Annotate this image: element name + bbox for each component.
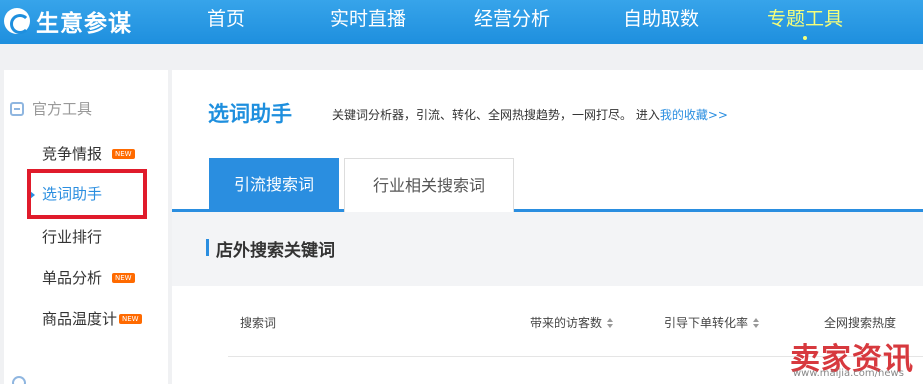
section-accent-bar — [206, 239, 209, 256]
nav-realtime[interactable]: 实时直播 — [330, 0, 406, 44]
sidebar-item-label: 竞争情报 — [42, 145, 103, 163]
highlight-annotation-box — [27, 169, 147, 219]
sidebar-group-official-tools: 官方工具 — [10, 98, 92, 119]
nav-special-tools[interactable]: 专题工具 — [767, 0, 843, 44]
tools-icon — [10, 101, 24, 116]
column-visitors[interactable]: 带来的访客数 — [530, 314, 614, 331]
logo-icon — [4, 8, 30, 34]
nav-business-analysis[interactable]: 经营分析 — [474, 0, 550, 44]
my-favorites-link[interactable]: 我的收藏>> — [660, 108, 728, 122]
column-label: 搜索词 — [240, 316, 277, 330]
sidebar-group-label: 官方工具 — [32, 100, 93, 118]
nav-self-service-data[interactable]: 自助取数 — [623, 0, 699, 44]
tab-industry-search-terms[interactable]: 行业相关搜索词 — [344, 158, 514, 212]
column-label: 引导下单转化率 — [664, 316, 749, 330]
sidebar-item-product-thermometer[interactable]: 商品温度计 NEW — [42, 308, 142, 329]
section-header: 店外搜索关键词 — [172, 212, 923, 286]
nav-home[interactable]: 首页 — [207, 0, 245, 44]
page-description: 关键词分析器，引流、转化、全网热搜趋势，一网打尽。 进入我的收藏>> — [332, 106, 728, 123]
active-indicator-dot — [803, 36, 807, 40]
sidebar-item-competition-intel[interactable]: 竞争情报 NEW — [42, 143, 135, 164]
column-label: 带来的访客数 — [530, 316, 603, 330]
tab-bar: 引流搜索词 行业相关搜索词 — [172, 158, 923, 212]
column-conversion-rate[interactable]: 引导下单转化率 — [664, 314, 760, 331]
logo[interactable]: 生意参谋 — [4, 3, 132, 39]
sort-icon[interactable] — [607, 317, 614, 328]
column-search-term: 搜索词 — [240, 314, 276, 331]
column-label: 全网搜索热度 — [824, 316, 897, 330]
top-navigation-bar: 生意参谋 首页 实时直播 经营分析 自助取数 专题工具 — [0, 0, 923, 44]
nav-special-tools-label: 专题工具 — [767, 8, 844, 30]
sidebar-item-label: 行业排行 — [42, 228, 103, 246]
sort-icon[interactable] — [753, 317, 760, 328]
sidebar: 官方工具 竞争情报 NEW 选词助手 行业排行 单品分析 NEW 商品温度计 N… — [4, 70, 168, 384]
logo-text: 生意参谋 — [36, 11, 132, 37]
new-badge: NEW — [112, 148, 135, 159]
next-group-icon — [12, 376, 26, 384]
sidebar-item-label: 单品分析 — [42, 269, 103, 287]
sidebar-item-label: 商品温度计 — [42, 310, 118, 328]
sidebar-item-industry-ranking[interactable]: 行业排行 — [42, 226, 102, 247]
tab-traffic-search-terms[interactable]: 引流搜索词 — [209, 158, 339, 212]
page-description-text: 关键词分析器，引流、转化、全网热搜趋势，一网打尽。 进入 — [332, 108, 660, 122]
section-title: 店外搜索关键词 — [216, 241, 335, 261]
new-badge: NEW — [119, 313, 142, 324]
watermark-url: www.maijia.com/news — [793, 368, 904, 379]
new-badge: NEW — [112, 272, 135, 283]
column-search-heat[interactable]: 全网搜索热度 — [824, 314, 896, 331]
sidebar-item-product-analysis[interactable]: 单品分析 NEW — [42, 267, 135, 288]
page-title: 选词助手 — [208, 102, 292, 126]
